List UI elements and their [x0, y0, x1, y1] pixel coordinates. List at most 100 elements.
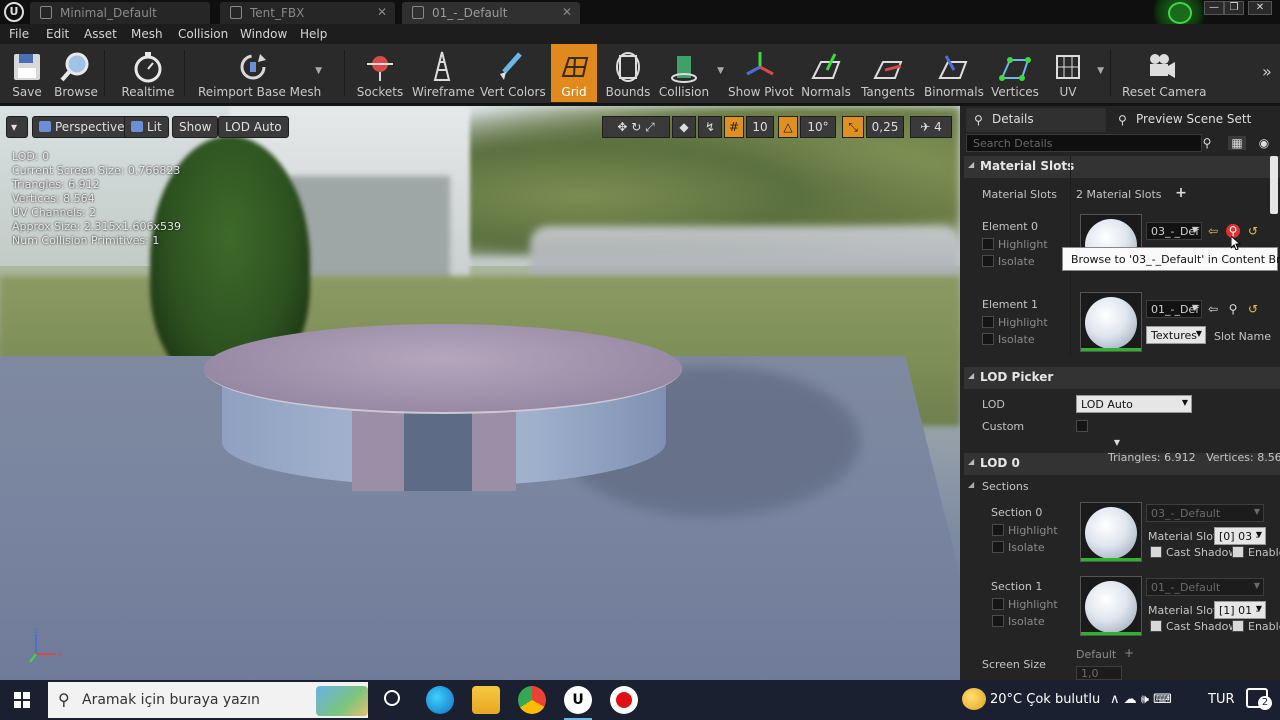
show-pivot-button[interactable]: Show Pivot [728, 44, 794, 102]
material-thumbnail[interactable] [1080, 292, 1142, 352]
textures-combo[interactable]: Textures ▼ [1146, 326, 1206, 344]
reset-to-default-icon[interactable]: ↺ [1246, 302, 1260, 316]
chevron-down-icon[interactable]: ▼ [1097, 66, 1104, 76]
bounds-button[interactable]: Bounds [604, 44, 652, 102]
isolate-checkbox[interactable] [992, 615, 1004, 627]
highlight-checkbox[interactable] [982, 316, 994, 328]
tangents-button[interactable]: Tangents [860, 44, 916, 102]
taskbar-search-box[interactable]: ⚲ Aramak için buraya yazın [48, 682, 368, 718]
system-tray-icons[interactable]: ∧ ☁ 🕪 ⌨ [1110, 692, 1172, 707]
reset-camera-button[interactable]: Reset Camera [1122, 44, 1206, 102]
transform-mode-group[interactable]: ✥ ↻ ⤢ [602, 116, 670, 138]
cast-shadow-checkbox[interactable] [1150, 546, 1162, 558]
perspective-button[interactable]: Perspective [32, 116, 132, 138]
material-slot-combo[interactable]: [1] 01 - ▼ [1214, 601, 1266, 619]
tab-preview-scene-settings[interactable]: ⚲ Preview Scene Sett [1112, 108, 1276, 132]
minimize-button[interactable]: — [1204, 1, 1224, 15]
save-button[interactable]: Save [4, 44, 50, 102]
scale-snap-icon[interactable]: ⤡ [842, 116, 864, 138]
tab-details[interactable]: ⚲ Details [966, 108, 1106, 132]
highlight-checkbox[interactable] [992, 524, 1004, 536]
chrome-browser-icon[interactable] [518, 686, 546, 714]
windows-start-icon[interactable] [14, 692, 30, 708]
expand-advanced-icon[interactable]: ▼ [1110, 436, 1124, 450]
material-thumbnail[interactable] [1080, 576, 1142, 636]
use-selected-arrow-icon[interactable]: ⇦ [1206, 224, 1220, 238]
task-view-icon[interactable] [384, 690, 400, 706]
screen-size-input[interactable]: 1,0 [1076, 666, 1122, 680]
grid-snap-value[interactable]: 10 [746, 116, 774, 138]
lod-dropdown[interactable]: LOD Auto ▼ [1076, 395, 1192, 413]
reimport-base-mesh-button[interactable]: Reimport Base Mesh ▼ [198, 44, 322, 102]
eye-icon[interactable]: ◉ [1252, 136, 1276, 150]
use-selected-arrow-icon[interactable]: ⇦ [1206, 302, 1220, 316]
unreal-engine-taskbar-icon[interactable]: U [564, 686, 592, 714]
weather-text[interactable]: 20°C Çok bulutlu [990, 692, 1100, 707]
rotation-snap-icon[interactable]: △ [778, 116, 798, 138]
add-screen-size-icon[interactable]: + [1122, 646, 1136, 660]
camera-speed-button[interactable]: ✈ 4 [910, 116, 952, 138]
close-button[interactable]: ✕ [1248, 1, 1272, 15]
maximize-button[interactable]: ❐ [1224, 1, 1244, 15]
viewport-options-button[interactable]: ▾ [6, 116, 28, 138]
realtime-button[interactable]: Realtime [120, 44, 176, 102]
menu-file[interactable]: File [9, 27, 29, 41]
menu-window[interactable]: Window [240, 27, 287, 41]
menu-collision[interactable]: Collision [178, 27, 228, 41]
menu-mesh[interactable]: Mesh [131, 27, 163, 41]
enable-checkbox[interactable] [1232, 546, 1244, 558]
grid-snap-icon[interactable]: # [724, 116, 744, 138]
lod-picker-section[interactable]: ◢ LOD Picker [964, 367, 1280, 389]
wireframe-button[interactable]: Wireframe [412, 44, 475, 102]
recorder-app-icon[interactable] [610, 686, 638, 714]
details-scrollbar[interactable] [1270, 156, 1278, 214]
menu-edit[interactable]: Edit [46, 27, 69, 41]
unreal-logo-icon[interactable]: U [4, 2, 24, 22]
grid-button[interactable]: Grid [551, 44, 597, 102]
material-slots-section[interactable]: ◢ Material Slots [964, 156, 1280, 178]
surface-snap-icon[interactable]: ↯ [698, 116, 722, 138]
menu-help[interactable]: Help [300, 27, 327, 41]
highlight-checkbox[interactable] [982, 238, 994, 250]
material-slot-combo[interactable]: [0] 03 - ▼ [1214, 527, 1266, 545]
isolate-checkbox[interactable] [992, 541, 1004, 553]
uv-button[interactable]: UV ▼ [1046, 44, 1104, 102]
file-explorer-icon[interactable] [472, 686, 500, 714]
collision-button[interactable]: Collision ▼ [658, 44, 724, 102]
material-picker-combo[interactable]: 03_-_Def ▼ [1146, 222, 1202, 240]
isolate-checkbox[interactable] [982, 333, 994, 345]
scale-snap-value[interactable]: 0,25 [866, 116, 904, 138]
search-icon[interactable]: ⚲ [1200, 136, 1214, 150]
normals-button[interactable]: Normals [800, 44, 852, 102]
world-space-icon[interactable]: ◆ [672, 116, 696, 138]
sockets-button[interactable]: Sockets [356, 44, 404, 102]
add-material-slot-icon[interactable]: + [1174, 186, 1188, 200]
tab-01-default[interactable]: 01_-_Default ✕ [402, 2, 580, 24]
menu-asset[interactable]: Asset [84, 27, 117, 41]
enable-checkbox[interactable] [1232, 620, 1244, 632]
material-thumbnail[interactable] [1080, 502, 1142, 562]
user-avatar[interactable] [1168, 2, 1192, 24]
tab-minimal-default[interactable]: Minimal_Default [30, 2, 210, 24]
tab-tent-fbx[interactable]: Tent_FBX ✕ [220, 2, 395, 24]
language-indicator[interactable]: TUR [1208, 692, 1235, 707]
view-options-icon[interactable]: ▦ [1228, 136, 1246, 150]
viewport[interactable]: ▾ Perspective Lit Show LOD Auto ✥ ↻ ⤢ ◆ … [0, 106, 960, 680]
highlight-checkbox[interactable] [992, 598, 1004, 610]
cast-shadow-checkbox[interactable] [1150, 620, 1162, 632]
show-button[interactable]: Show [172, 116, 219, 138]
weather-icon[interactable] [962, 688, 986, 710]
reset-to-default-icon[interactable]: ↺ [1246, 224, 1260, 238]
lod-auto-button[interactable]: LOD Auto [218, 116, 289, 138]
chevron-down-icon[interactable]: ▼ [717, 66, 724, 76]
search-details-input[interactable]: Search Details [966, 134, 1202, 152]
isolate-checkbox[interactable] [982, 255, 994, 267]
rotation-snap-value[interactable]: 10° [800, 116, 836, 138]
material-picker-combo[interactable]: 01_-_Def ▼ [1146, 300, 1202, 318]
custom-checkbox[interactable] [1076, 420, 1088, 432]
close-icon[interactable]: ✕ [377, 5, 387, 19]
lit-button[interactable]: Lit [124, 116, 169, 138]
browse-button[interactable]: Browse [52, 44, 100, 102]
vert-colors-button[interactable]: Vert Colors [480, 44, 546, 102]
binormals-button[interactable]: Binormals [924, 44, 984, 102]
